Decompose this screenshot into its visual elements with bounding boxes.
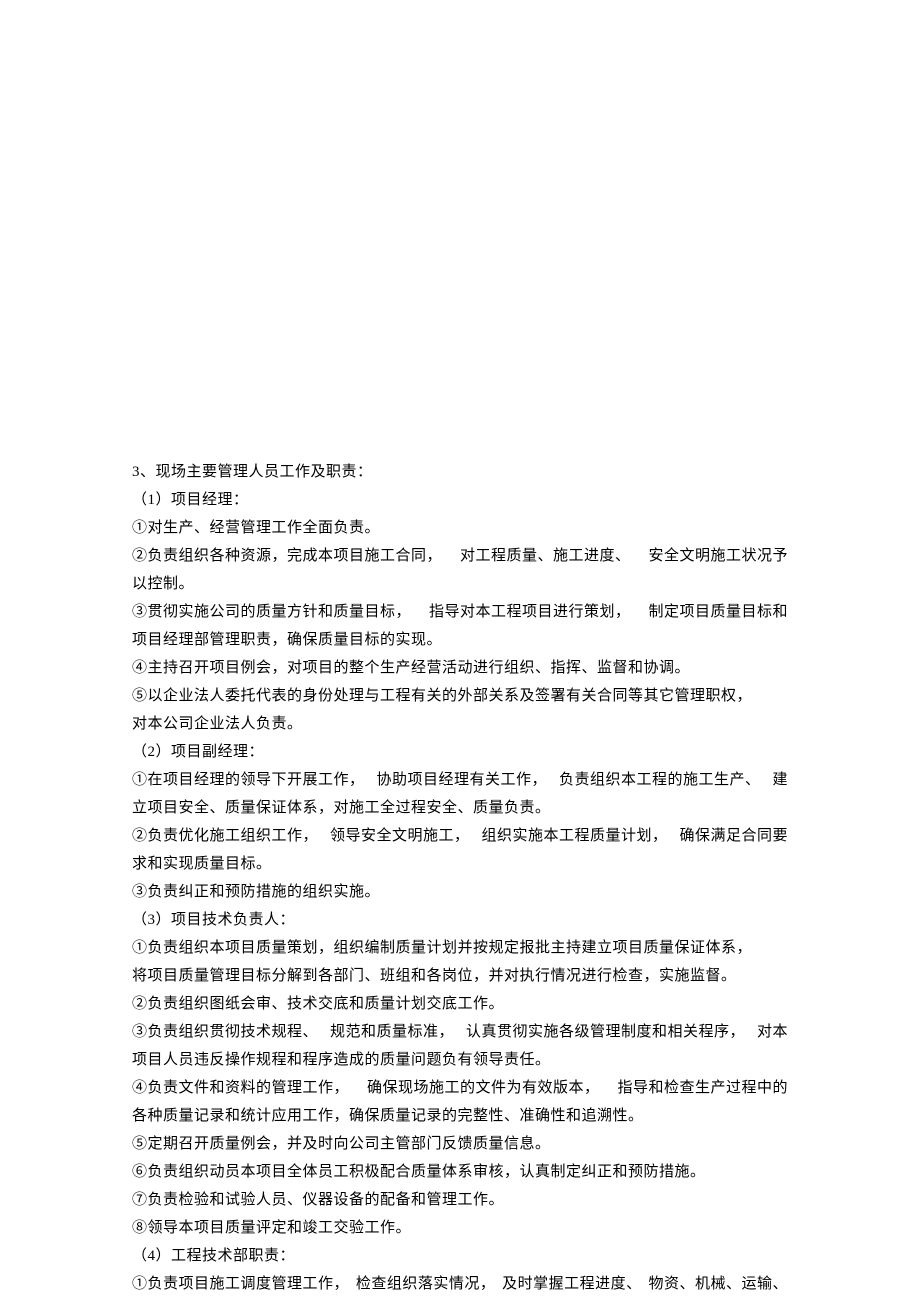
text-segment: 指导和检查生产过程中的 (617, 1074, 788, 1102)
text-segment: 组织实施本工程质量计划， (481, 822, 667, 850)
text-line: ⑧领导本项目质量评定和竣工交验工作。 (132, 1214, 788, 1242)
text-segment: 及时掌握工程进度、 (502, 1270, 642, 1298)
text-segment: ②负责组织各种资源，完成本项目施工合同， (132, 542, 442, 570)
text-line: ⑤以企业法人委托代表的身份处理与工程有关的外部关系及签署有关合同等其它管理职权， (132, 682, 788, 710)
text-line: 项目经理部管理职责，确保质量目标的实现。 (132, 626, 788, 654)
text-line: （3）项目技术负责人： (132, 906, 788, 934)
text-line: ②负责组织各种资源，完成本项目施工合同， 对工程质量、施工进度、安全文明施工状况予 (132, 542, 788, 570)
text-segment: 认真贯彻实施各级管理制度和相关程序， (466, 1018, 745, 1046)
text-line: 以控制。 (132, 570, 788, 598)
text-segment: 物资、机械、运输、 (648, 1270, 788, 1298)
text-segment: 负责组织本工程的施工生产、 (559, 766, 761, 794)
text-line: ⑦负责检验和试验人员、仪器设备的配备和管理工作。 (132, 1186, 788, 1214)
text-segment: ③负责组织贯彻技术规程、 (132, 1018, 318, 1046)
text-segment: 规范和质量标准， (330, 1018, 454, 1046)
text-segment: ②负责优化施工组织工作， (132, 822, 318, 850)
text-line: ①负责组织本项目质量策划，组织编制质量计划并按规定报批主持建立项目质量保证体系， (132, 934, 788, 962)
text-line: ①负责项目施工调度管理工作，检查组织落实情况，及时掌握工程进度、物资、机械、运输… (132, 1270, 788, 1298)
text-line: 立项目安全、质量保证体系，对施工全过程安全、质量负责。 (132, 794, 788, 822)
text-line: 对本公司企业法人负责。 (132, 710, 788, 738)
text-line: ④主持召开项目例会，对项目的整个生产经营活动进行组织、指挥、监督和协调。 (132, 654, 788, 682)
text-segment: ④负责文件和资料的管理工作， (132, 1074, 349, 1102)
text-line: ③贯彻实施公司的质量方针和质量目标， 指导对本工程项目进行策划， 制定项目质量目标和 (132, 598, 788, 626)
text-line: 3、现场主要管理人员工作及职责： (132, 458, 788, 486)
text-line: （2）项目副经理： (132, 738, 788, 766)
text-segment: ①在项目经理的领导下开展工作， (132, 766, 365, 794)
text-line: ①对生产、经营管理工作全面负责。 (132, 514, 788, 542)
text-line: ②负责优化施工组织工作， 领导安全文明施工， 组织实施本工程质量计划， 确保满足合同要 (132, 822, 788, 850)
text-segment: 确保现场施工的文件为有效版本， (367, 1074, 600, 1102)
text-segment: 确保满足合同要 (679, 822, 788, 850)
text-line: ③负责组织贯彻技术规程、规范和质量标准， 认真贯彻实施各级管理制度和相关程序， 对本 (132, 1018, 788, 1046)
text-line: （4）工程技术部职责： (132, 1242, 788, 1270)
text-line: 各种质量记录和统计应用工作，确保质量记录的完整性、准确性和追溯性。 (132, 1102, 788, 1130)
text-line: ①在项目经理的领导下开展工作， 协助项目经理有关工作， 负责组织本工程的施工生产、建 (132, 766, 788, 794)
text-segment: 协助项目经理有关工作， (376, 766, 547, 794)
text-line: 项目人员违反操作规程和程序造成的质量问题负有领导责任。 (132, 1046, 788, 1074)
text-line: ⑤定期召开质量例会，并及时向公司主管部门反馈质量信息。 (132, 1130, 788, 1158)
text-line: ②负责组织图纸会审、技术交底和质量计划交底工作。 (132, 990, 788, 1018)
text-line: ③负责纠正和预防措施的组织实施。 (132, 878, 788, 906)
text-segment: 对本 (757, 1018, 788, 1046)
text-line: ④负责文件和资料的管理工作， 确保现场施工的文件为有效版本， 指导和检查生产过程中的 (132, 1074, 788, 1102)
text-segment: 检查组织落实情况， (356, 1270, 496, 1298)
text-line: （1）项目经理： (132, 486, 788, 514)
text-segment: 建 (772, 766, 788, 794)
text-segment: 领导安全文明施工， (330, 822, 470, 850)
text-segment: 指导对本工程项目进行策划， (429, 598, 631, 626)
text-line: 将项目质量管理目标分解到各部门、班组和各岗位，并对执行情况进行检查，实施监督。 (132, 962, 788, 990)
text-segment: 安全文明施工状况予 (648, 542, 788, 570)
text-segment: 对工程质量、施工进度、 (460, 542, 631, 570)
text-segment: ①负责项目施工调度管理工作， (132, 1270, 349, 1298)
text-segment: ③贯彻实施公司的质量方针和质量目标， (132, 598, 411, 626)
text-segment: 制定项目质量目标和 (648, 598, 788, 626)
text-line: 求和实现质量目标。 (132, 850, 788, 878)
document-page: 3、现场主要管理人员工作及职责：（1）项目经理：①对生产、经营管理工作全面负责。… (0, 0, 920, 1298)
text-line: ⑥负责组织动员本项目全体员工积极配合质量体系审核，认真制定纠正和预防措施。 (132, 1158, 788, 1186)
